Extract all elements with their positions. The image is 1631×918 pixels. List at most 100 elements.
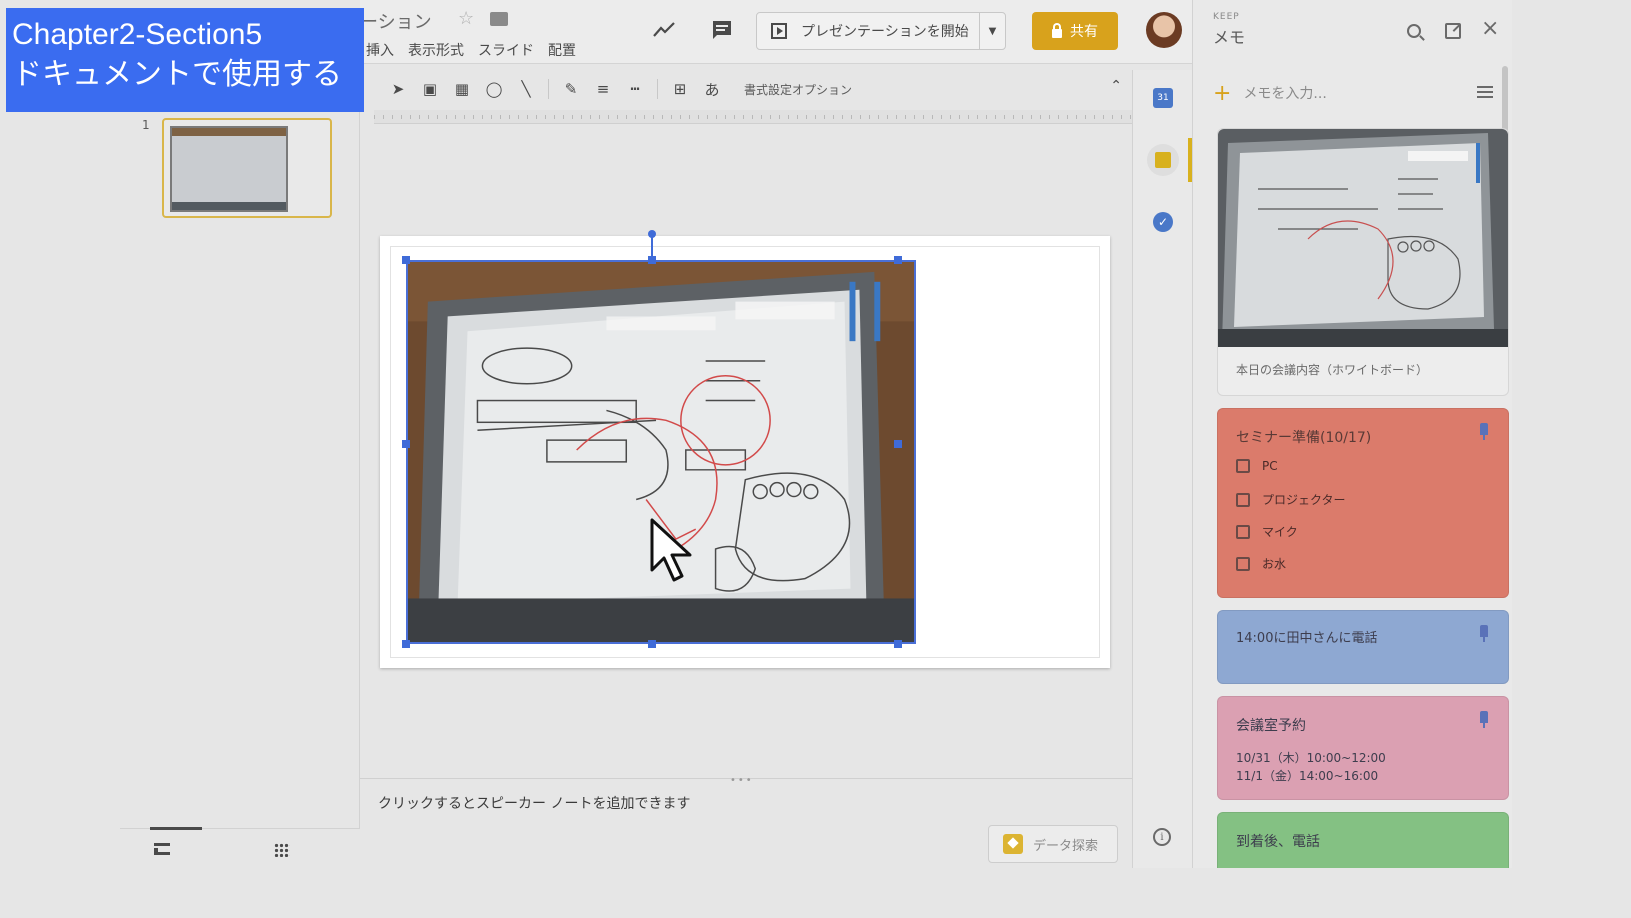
- note-card-seminar[interactable]: セミナー準備(10/17) PC プロジェクター マイク お水: [1217, 408, 1509, 598]
- note-title: 14:00に田中さんに電話: [1236, 631, 1378, 646]
- comment-icon[interactable]: [710, 18, 734, 42]
- note-title: 会議室予約: [1236, 718, 1306, 734]
- view-tab-indicator: [150, 827, 202, 830]
- menu-bar: 挿入 表示形式 スライド 配置: [366, 40, 576, 60]
- calendar-icon[interactable]: 31: [1153, 88, 1173, 108]
- note-card-whiteboard[interactable]: 本日の会議内容（ホワイトボード）: [1217, 128, 1509, 396]
- keep-panel: KEEP メモ × + メモを入力... 本日の会議内容（ホワイトボード） セミ…: [1192, 0, 1512, 868]
- note-caption: 本日の会議内容（ホワイトボード）: [1236, 363, 1429, 377]
- plus-icon: +: [1213, 80, 1232, 106]
- list-icon[interactable]: [1477, 86, 1493, 98]
- start-presentation-button[interactable]: プレゼンテーションを開始 ▼: [756, 12, 1006, 50]
- grid-view-icon[interactable]: [274, 843, 290, 857]
- folder-icon[interactable]: [490, 12, 508, 26]
- chapter-label: Chapter2-Section5: [12, 18, 263, 51]
- resize-handle[interactable]: [402, 256, 410, 264]
- rotation-handle[interactable]: [648, 230, 656, 238]
- note-image: [1218, 129, 1508, 347]
- pin-icon[interactable]: [1480, 423, 1488, 440]
- checklist-label: PC: [1262, 459, 1278, 473]
- text-style-icon[interactable]: あ: [702, 79, 722, 99]
- checklist-label: お水: [1262, 557, 1287, 571]
- info-icon[interactable]: i: [1153, 828, 1171, 846]
- menu-format[interactable]: 表示形式: [408, 40, 464, 60]
- app-header: ーション ☆ 挿入 表示形式 スライド 配置 プレゼンテーションを開始 ▼ 共有: [360, 0, 1200, 64]
- slide-thumbnail[interactable]: [162, 118, 332, 218]
- toolbar-divider: [548, 79, 549, 99]
- section-label: ドキュメントで使用する: [12, 57, 342, 92]
- slide[interactable]: [380, 230, 1110, 668]
- speaker-notes: ••• クリックするとスピーカー ノートを追加できます データ探索: [360, 775, 1132, 868]
- explore-label: データ探索: [1033, 838, 1099, 854]
- take-note-input[interactable]: + メモを入力...: [1213, 78, 1503, 108]
- checklist-item[interactable]: PC: [1236, 459, 1278, 473]
- note-card-call[interactable]: 14:00に田中さんに電話: [1217, 610, 1509, 684]
- checkbox[interactable]: [1236, 459, 1250, 473]
- collapse-toolbar-icon[interactable]: ⌃: [1110, 78, 1122, 94]
- checkbox[interactable]: [1236, 492, 1250, 507]
- chevron-down-icon[interactable]: ▼: [979, 13, 1005, 49]
- resize-handle[interactable]: [894, 256, 902, 264]
- start-presentation-label: プレゼンテーションを開始: [801, 24, 969, 40]
- select-cursor-icon[interactable]: ➤: [388, 79, 408, 99]
- star-icon[interactable]: ☆: [458, 8, 474, 29]
- resize-handle[interactable]: [402, 440, 410, 448]
- pin-icon[interactable]: [1480, 625, 1488, 642]
- open-in-new-icon[interactable]: [1445, 23, 1461, 39]
- border-dash-icon[interactable]: ┅: [625, 79, 645, 99]
- pin-icon[interactable]: [1480, 711, 1488, 728]
- notes-resize-handle[interactable]: •••: [730, 775, 754, 786]
- checklist-label: マイク: [1262, 525, 1298, 539]
- line-icon[interactable]: ╲: [516, 79, 536, 99]
- note-text-line: 11/1（金）14:00~16:00: [1236, 769, 1379, 783]
- image-icon[interactable]: ▦: [452, 79, 472, 99]
- menu-slide[interactable]: スライド: [478, 40, 534, 60]
- note-card-room[interactable]: 会議室予約 10/31（木）10:00~12:00 11/1（金）14:00~1…: [1217, 696, 1509, 800]
- checkbox[interactable]: [1236, 524, 1250, 539]
- resize-handle[interactable]: [648, 640, 656, 648]
- explore-icon: [1003, 834, 1023, 854]
- checklist-item[interactable]: お水: [1236, 555, 1286, 572]
- resize-handle[interactable]: [894, 440, 902, 448]
- slide-filmstrip: 1: [120, 110, 360, 828]
- checkbox[interactable]: [1236, 556, 1250, 571]
- search-icon[interactable]: [1407, 24, 1421, 38]
- explore-button[interactable]: データ探索: [988, 825, 1118, 863]
- menu-insert[interactable]: 挿入: [366, 40, 394, 60]
- speaker-notes-input[interactable]: クリックするとスピーカー ノートを追加できます: [378, 793, 690, 813]
- slide-canvas: [360, 126, 1132, 778]
- pen-icon[interactable]: ✎: [561, 79, 581, 99]
- keep-brand: KEEP: [1213, 12, 1240, 22]
- format-options-button[interactable]: 書式設定オプション: [744, 81, 852, 98]
- checklist-item[interactable]: マイク: [1236, 523, 1298, 540]
- resize-handle[interactable]: [402, 640, 410, 648]
- close-icon[interactable]: ×: [1481, 16, 1499, 41]
- resize-handle[interactable]: [894, 640, 902, 648]
- text-box-icon[interactable]: ▣: [420, 79, 440, 99]
- trend-icon[interactable]: [652, 18, 676, 42]
- menu-arrange[interactable]: 配置: [548, 40, 576, 60]
- add-comment-icon[interactable]: ⊞: [670, 79, 690, 99]
- side-panel-rail: 31 ✓ i: [1132, 70, 1192, 868]
- checklist-label: プロジェクター: [1262, 493, 1346, 507]
- note-title: セミナー準備(10/17): [1236, 430, 1372, 446]
- horizontal-ruler[interactable]: [374, 110, 1134, 124]
- note-card-arrive[interactable]: 到着後、電話: [1217, 812, 1509, 868]
- share-button[interactable]: 共有: [1032, 12, 1118, 50]
- filmstrip-view-icon[interactable]: [154, 843, 170, 855]
- toolbar-divider: [657, 79, 658, 99]
- slide-number: 1: [142, 118, 150, 132]
- checklist-item[interactable]: プロジェクター: [1236, 491, 1346, 508]
- shape-icon[interactable]: ◯: [484, 79, 504, 99]
- lock-icon: [1052, 22, 1062, 38]
- slide-thumbnail-image: [170, 126, 288, 212]
- mouse-cursor-icon: [650, 518, 692, 582]
- border-weight-icon[interactable]: ≡: [593, 79, 613, 99]
- keep-icon[interactable]: [1147, 144, 1179, 176]
- document-title[interactable]: ーション: [360, 8, 432, 34]
- tasks-icon[interactable]: ✓: [1153, 212, 1173, 232]
- avatar[interactable]: [1146, 12, 1182, 48]
- whiteboard-image[interactable]: [406, 260, 916, 644]
- toolbar: ➤ ▣ ▦ ◯ ╲ ✎ ≡ ┅ ⊞ あ 書式設定オプション ⌃: [360, 70, 1132, 108]
- chapter-overlay: Chapter2-Section5 ドキュメントで使用する: [6, 8, 364, 112]
